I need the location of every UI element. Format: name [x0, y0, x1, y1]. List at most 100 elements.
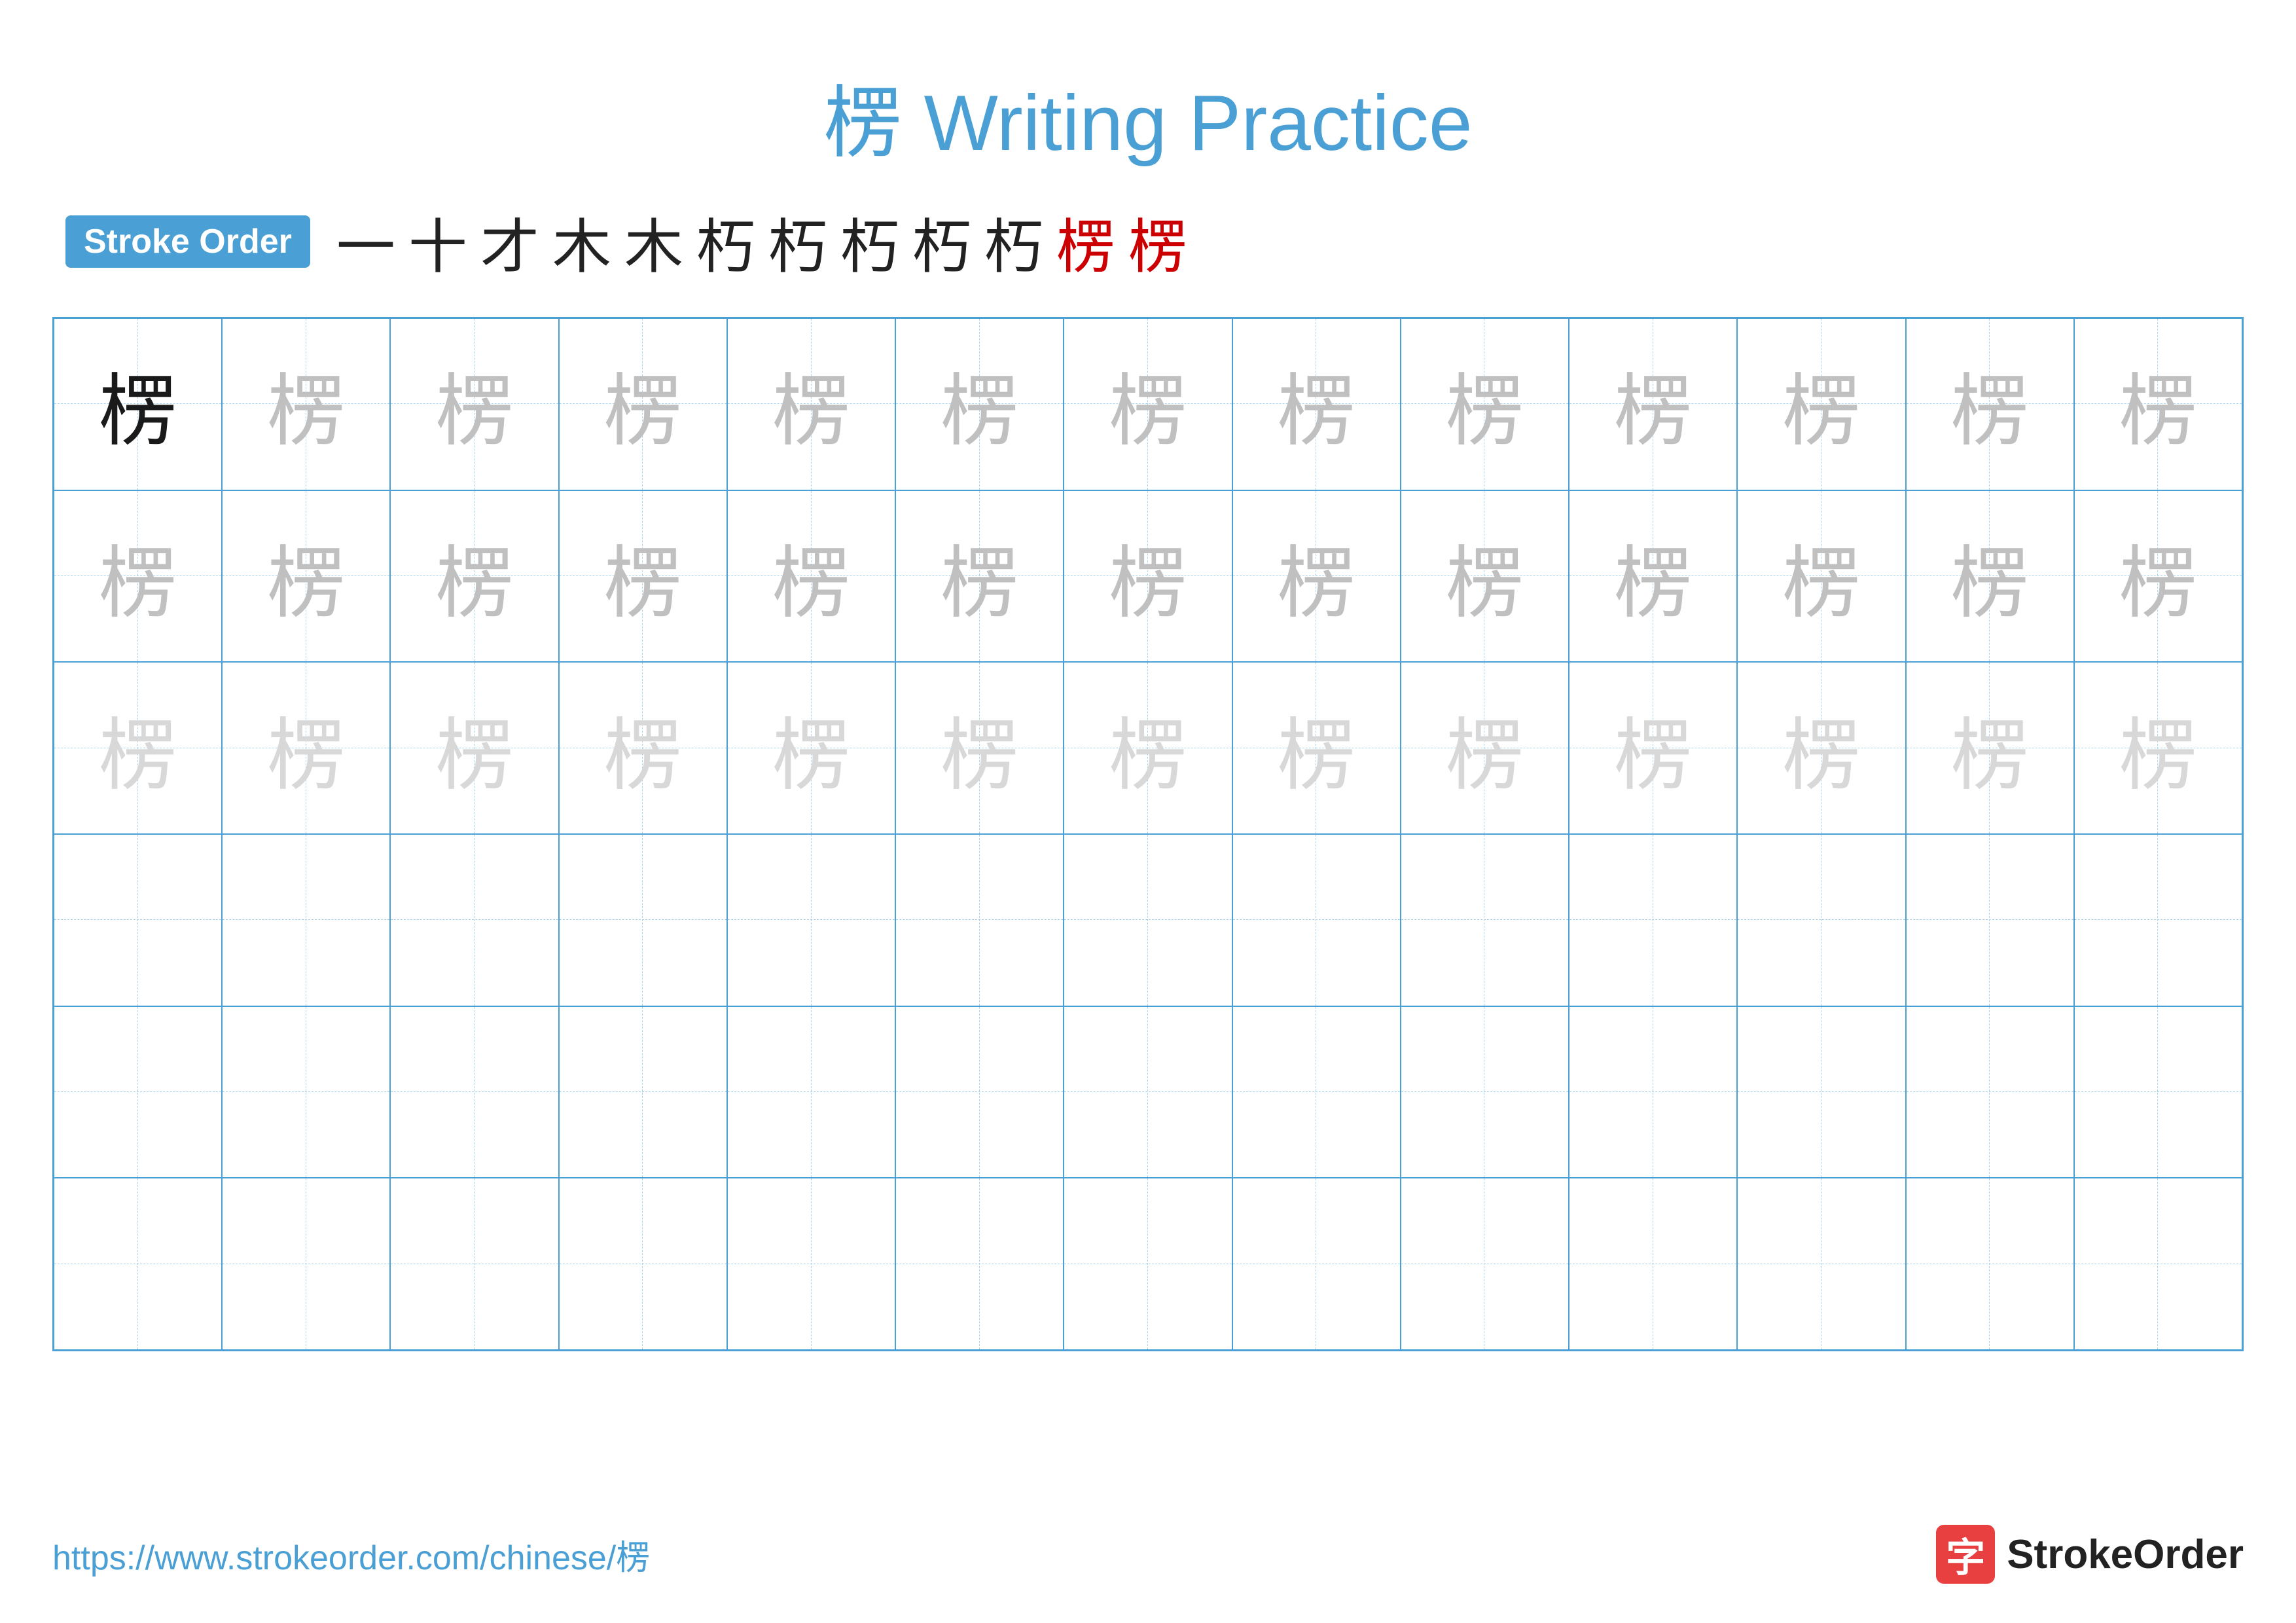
cell-r2-c8[interactable]: 楞: [1232, 490, 1401, 663]
footer-logo: 字 StrokeOrder: [1936, 1525, 2244, 1584]
stroke-3: 才: [480, 199, 539, 284]
char-r1-c13: 楞: [2119, 347, 2197, 461]
cell-r1-c8[interactable]: 楞: [1232, 318, 1401, 490]
cell-r5-c6[interactable]: [895, 1006, 1064, 1178]
cell-r2-c13[interactable]: 楞: [2074, 490, 2242, 663]
cell-r5-c8[interactable]: [1232, 1006, 1401, 1178]
char-r2-c13: 楞: [2119, 519, 2197, 633]
cell-r6-c3[interactable]: [390, 1178, 558, 1350]
cell-r2-c2[interactable]: 楞: [222, 490, 390, 663]
cell-r6-c12[interactable]: [1906, 1178, 2074, 1350]
cell-r4-c5[interactable]: [727, 834, 895, 1006]
cell-r6-c13[interactable]: [2074, 1178, 2242, 1350]
cell-r6-c1[interactable]: [54, 1178, 222, 1350]
cell-r1-c10[interactable]: 楞: [1569, 318, 1737, 490]
page-title: 楞 Writing Practice: [823, 79, 1472, 167]
cell-r4-c7[interactable]: [1064, 834, 1232, 1006]
cell-r6-c5[interactable]: [727, 1178, 895, 1350]
cell-r2-c3[interactable]: 楞: [390, 490, 558, 663]
cell-r4-c9[interactable]: [1401, 834, 1569, 1006]
cell-r5-c13[interactable]: [2074, 1006, 2242, 1178]
cell-r4-c8[interactable]: [1232, 834, 1401, 1006]
cell-r5-c4[interactable]: [559, 1006, 727, 1178]
cell-r6-c11[interactable]: [1737, 1178, 1905, 1350]
cell-r5-c7[interactable]: [1064, 1006, 1232, 1178]
char-r3-c2: 楞: [267, 691, 346, 805]
cell-r1-c5[interactable]: 楞: [727, 318, 895, 490]
cell-r1-c7[interactable]: 楞: [1064, 318, 1232, 490]
cell-r4-c2[interactable]: [222, 834, 390, 1006]
cell-r3-c6[interactable]: 楞: [895, 662, 1064, 834]
cell-r5-c10[interactable]: [1569, 1006, 1737, 1178]
cell-r2-c10[interactable]: 楞: [1569, 490, 1737, 663]
cell-r1-c2[interactable]: 楞: [222, 318, 390, 490]
cell-r5-c11[interactable]: [1737, 1006, 1905, 1178]
cell-r2-c7[interactable]: 楞: [1064, 490, 1232, 663]
cell-r6-c10[interactable]: [1569, 1178, 1737, 1350]
cell-r6-c8[interactable]: [1232, 1178, 1401, 1350]
cell-r5-c9[interactable]: [1401, 1006, 1569, 1178]
cell-r4-c6[interactable]: [895, 834, 1064, 1006]
cell-r3-c10[interactable]: 楞: [1569, 662, 1737, 834]
cell-r2-c9[interactable]: 楞: [1401, 490, 1569, 663]
cell-r4-c12[interactable]: [1906, 834, 2074, 1006]
char-r2-c2: 楞: [267, 519, 346, 633]
char-r3-c3: 楞: [435, 691, 514, 805]
cell-r6-c9[interactable]: [1401, 1178, 1569, 1350]
cell-r4-c4[interactable]: [559, 834, 727, 1006]
cell-r3-c4[interactable]: 楞: [559, 662, 727, 834]
cell-r3-c5[interactable]: 楞: [727, 662, 895, 834]
cell-r2-c5[interactable]: 楞: [727, 490, 895, 663]
cell-r3-c13[interactable]: 楞: [2074, 662, 2242, 834]
stroke-order-section: Stroke Order 一 十 才 木 木 朽 朽 朽 朽 朽 楞 楞: [52, 199, 2244, 284]
char-r2-c5: 楞: [772, 519, 851, 633]
cell-r1-c1[interactable]: 楞: [54, 318, 222, 490]
char-r1-c6: 楞: [941, 347, 1019, 461]
char-r2-c11: 楞: [1782, 519, 1861, 633]
cell-r3-c1[interactable]: 楞: [54, 662, 222, 834]
char-r3-c7: 楞: [1109, 691, 1187, 805]
cell-r3-c12[interactable]: 楞: [1906, 662, 2074, 834]
cell-r3-c8[interactable]: 楞: [1232, 662, 1401, 834]
cell-r3-c2[interactable]: 楞: [222, 662, 390, 834]
cell-r5-c5[interactable]: [727, 1006, 895, 1178]
char-r2-c6: 楞: [941, 519, 1019, 633]
stroke-order-badge: Stroke Order: [65, 215, 310, 268]
cell-r1-c4[interactable]: 楞: [559, 318, 727, 490]
char-r1-c5: 楞: [772, 347, 851, 461]
char-r3-c12: 楞: [1950, 691, 2029, 805]
cell-r2-c11[interactable]: 楞: [1737, 490, 1905, 663]
cell-r4-c13[interactable]: [2074, 834, 2242, 1006]
cell-r5-c1[interactable]: [54, 1006, 222, 1178]
cell-r2-c12[interactable]: 楞: [1906, 490, 2074, 663]
cell-r1-c9[interactable]: 楞: [1401, 318, 1569, 490]
cell-r3-c9[interactable]: 楞: [1401, 662, 1569, 834]
cell-r1-c11[interactable]: 楞: [1737, 318, 1905, 490]
cell-r2-c6[interactable]: 楞: [895, 490, 1064, 663]
cell-r4-c1[interactable]: [54, 834, 222, 1006]
cell-r1-c13[interactable]: 楞: [2074, 318, 2242, 490]
stroke-7: 朽: [768, 199, 827, 284]
char-r3-c6: 楞: [941, 691, 1019, 805]
cell-r3-c3[interactable]: 楞: [390, 662, 558, 834]
cell-r4-c10[interactable]: [1569, 834, 1737, 1006]
char-r3-c11: 楞: [1782, 691, 1861, 805]
cell-r6-c2[interactable]: [222, 1178, 390, 1350]
cell-r5-c3[interactable]: [390, 1006, 558, 1178]
cell-r1-c12[interactable]: 楞: [1906, 318, 2074, 490]
char-r2-c10: 楞: [1614, 519, 1693, 633]
cell-r4-c11[interactable]: [1737, 834, 1905, 1006]
cell-r5-c12[interactable]: [1906, 1006, 2074, 1178]
cell-r5-c2[interactable]: [222, 1006, 390, 1178]
cell-r1-c3[interactable]: 楞: [390, 318, 558, 490]
logo-icon: 字: [1936, 1525, 1995, 1584]
cell-r1-c6[interactable]: 楞: [895, 318, 1064, 490]
cell-r4-c3[interactable]: [390, 834, 558, 1006]
cell-r3-c7[interactable]: 楞: [1064, 662, 1232, 834]
cell-r2-c4[interactable]: 楞: [559, 490, 727, 663]
cell-r2-c1[interactable]: 楞: [54, 490, 222, 663]
cell-r6-c7[interactable]: [1064, 1178, 1232, 1350]
cell-r6-c6[interactable]: [895, 1178, 1064, 1350]
cell-r3-c11[interactable]: 楞: [1737, 662, 1905, 834]
cell-r6-c4[interactable]: [559, 1178, 727, 1350]
